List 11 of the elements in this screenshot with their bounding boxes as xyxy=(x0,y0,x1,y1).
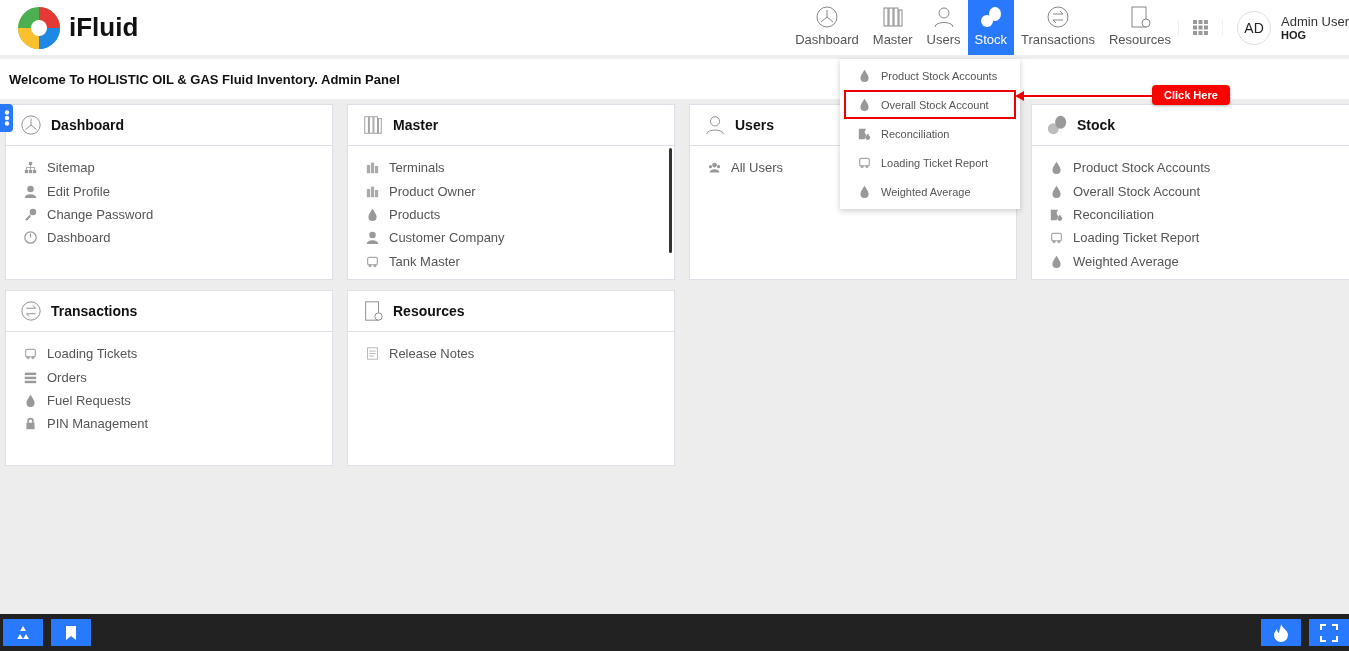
welcome-text: Welcome To HOLISTIC OIL & GAS Fluid Inventory. Admin Panel xyxy=(9,71,400,87)
card-title: Master xyxy=(393,117,439,133)
card-title: Stock xyxy=(1077,117,1116,133)
card-title: Transactions xyxy=(51,303,138,319)
user-role: HOG xyxy=(1281,29,1308,41)
user-name: Admin User xyxy=(1281,14,1349,29)
callout-label: Click Here xyxy=(1152,85,1230,105)
app-name: iFluid xyxy=(69,12,139,43)
card-title: Users xyxy=(735,117,774,133)
card-title: Resources xyxy=(393,303,465,319)
card-title: Dashboard xyxy=(51,117,125,133)
